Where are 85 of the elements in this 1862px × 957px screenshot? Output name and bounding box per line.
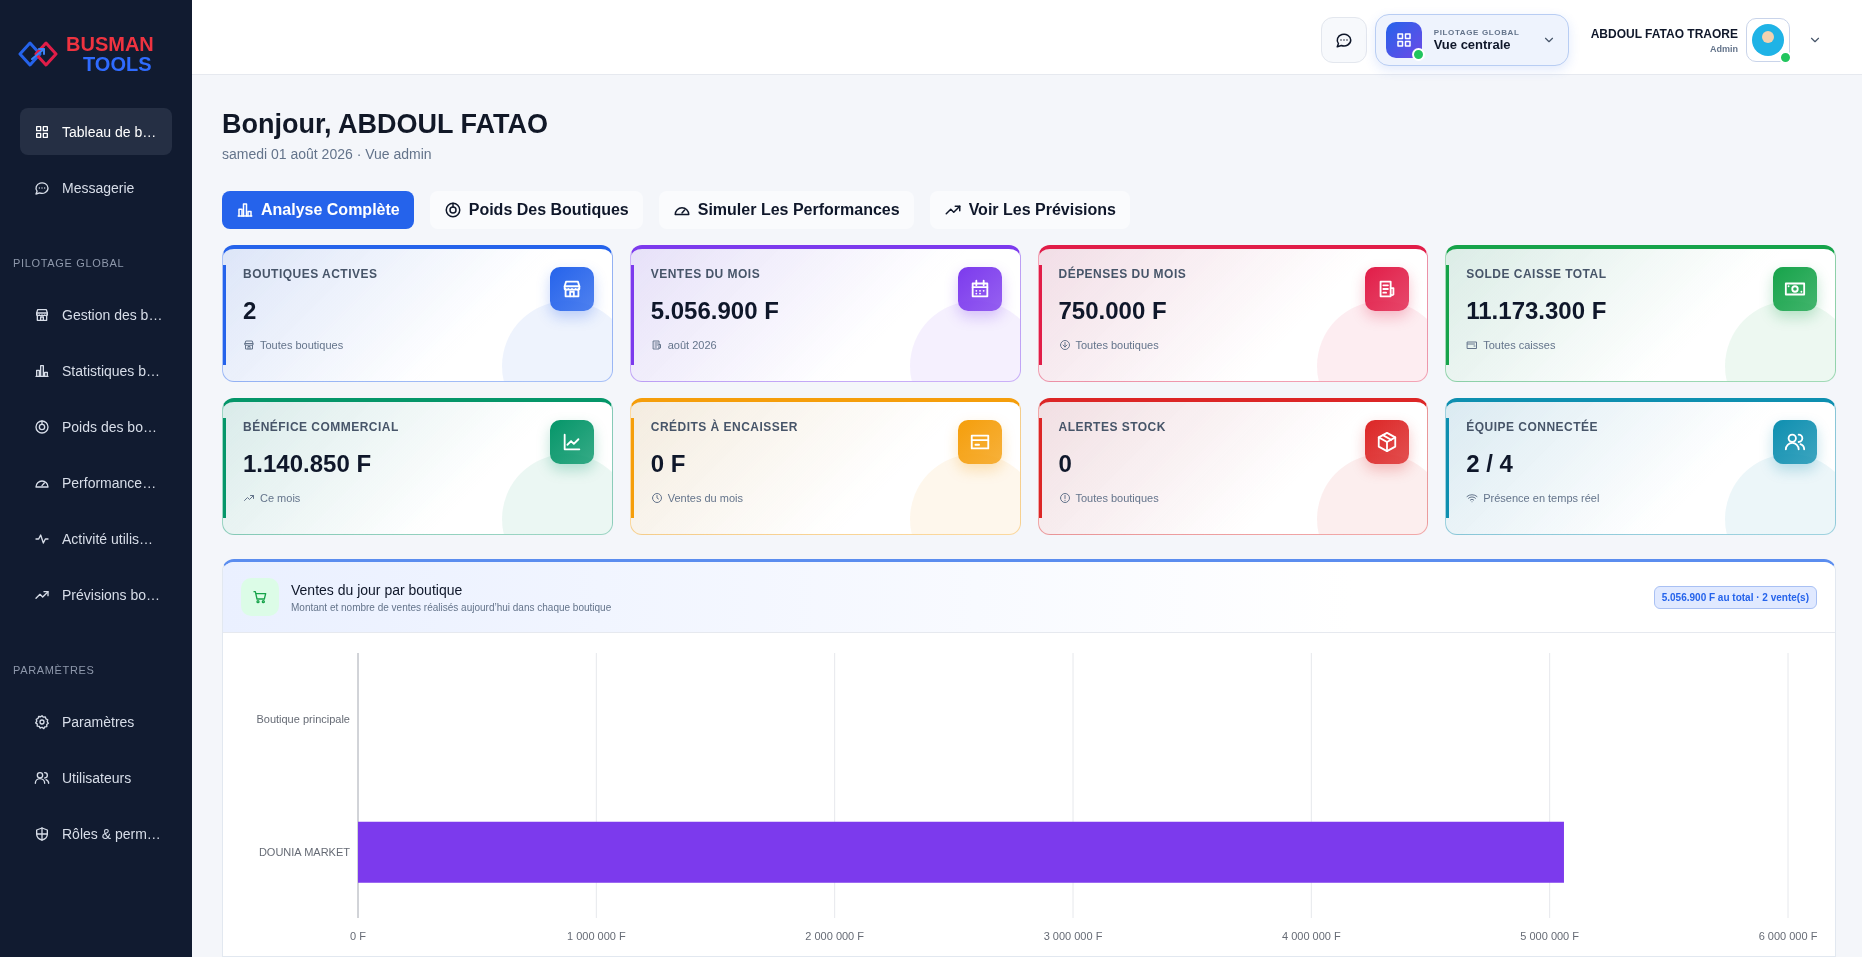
- users-icon: [34, 769, 50, 786]
- card-note: Toutes boutiques: [260, 339, 344, 351]
- user-role: Admin: [1710, 43, 1738, 54]
- logo-icon: [18, 39, 58, 69]
- sidebar-item[interactable]: Rôles & perm…: [20, 810, 172, 857]
- store-icon: [34, 306, 50, 323]
- section-title: PARAMÈTRES: [12, 664, 96, 676]
- chat-icon: [34, 179, 50, 196]
- card-note: août 2026: [667, 339, 717, 351]
- axis-tick-label: 5 000 000 F: [1520, 930, 1580, 942]
- tab[interactable]: Analyse Complète: [222, 191, 414, 229]
- users-icon: [1784, 431, 1806, 453]
- greeting-subtitle: samedi 01 août 2026 · Vue admin: [222, 146, 433, 162]
- card-value: 0 F: [650, 450, 687, 478]
- chat-icon: [1334, 31, 1353, 49]
- card-value: 750.000 F: [1058, 297, 1168, 325]
- sidebar-item[interactable]: Utilisateurs: [20, 754, 172, 801]
- axis-tick-label: 4 000 000 F: [1281, 930, 1341, 942]
- axis-tick-label: 3 000 000 F: [1043, 930, 1103, 942]
- axis-tick-label: 0 F: [350, 930, 366, 942]
- axis-tick-label: 1 000 000 F: [566, 930, 626, 942]
- sidebar-item[interactable]: Activité utilis…: [20, 515, 172, 562]
- card-label: ÉQUIPE CONNECTÉE: [1466, 420, 1599, 434]
- bars-icon: [34, 362, 50, 379]
- receipt-icon: [650, 339, 663, 351]
- grid-icon: [34, 123, 50, 140]
- wifi-icon: [1466, 492, 1479, 504]
- card-note: Toutes boutiques: [1075, 492, 1159, 504]
- cart-icon: [252, 589, 268, 605]
- card-label: SOLDE CAISSE TOTAL: [1466, 267, 1608, 281]
- shield-icon: [34, 825, 50, 842]
- clock-icon: [650, 492, 663, 504]
- sidebar-item[interactable]: Paramètres: [20, 698, 172, 745]
- category-label: DOUNIA MARKET: [258, 845, 350, 858]
- card-label: DÉPENSES DU MOIS: [1058, 267, 1188, 281]
- donut-icon: [443, 201, 462, 219]
- card-value: 11.173.300 F: [1466, 297, 1608, 325]
- store-icon: [243, 339, 255, 351]
- box-icon: [1376, 431, 1399, 453]
- sidebar-item[interactable]: Performance…: [20, 459, 172, 506]
- donut-icon: [34, 418, 50, 435]
- settings-icon: [34, 713, 50, 730]
- logo-text: BUSMAN: [66, 34, 154, 54]
- card-value: 2: [243, 297, 258, 325]
- sidebar-item[interactable]: Tableau de b…: [20, 108, 172, 155]
- arrow-down-circle-icon: [1058, 339, 1071, 351]
- axis-tick-label: 2 000 000 F: [805, 930, 865, 942]
- bars-icon: [236, 201, 254, 219]
- card-label: BOUTIQUES ACTIVES: [243, 267, 379, 281]
- tab[interactable]: Voir Les Prévisions: [929, 191, 1130, 229]
- panel-subtitle: Montant et nombre de ventes réalisés aujourd’hui dans chaque boutique: [291, 601, 613, 613]
- sidebar-item[interactable]: Gestion des b…: [20, 291, 172, 338]
- card-value: 1.140.850 F: [243, 450, 373, 478]
- section-title: PILOTAGE GLOBAL: [12, 257, 126, 269]
- sidebar-item[interactable]: Poids des bo…: [20, 403, 172, 450]
- total-badge: 5.056.900 F au total · 2 vente(s): [1653, 585, 1817, 609]
- tab[interactable]: Simuler Les Performances: [658, 191, 914, 229]
- panel-title: Ventes du jour par boutique: [291, 581, 464, 598]
- alert-icon: [1058, 492, 1071, 504]
- card-note: Toutes boutiques: [1075, 339, 1159, 351]
- greeting-title: Bonjour, ABDOUL FATAO: [222, 109, 549, 140]
- category-label: Boutique principale: [256, 713, 350, 726]
- card-label: CRÉDITS À ENCAISSER: [650, 420, 799, 434]
- card-note: Ventes du mois: [667, 492, 743, 504]
- user-name: ABDOUL FATAO TRAORE: [1590, 26, 1738, 41]
- card-note: Présence en temps réel: [1483, 492, 1600, 504]
- grid-icon: [1394, 31, 1413, 49]
- card-value: 2 / 4: [1466, 450, 1514, 478]
- sidebar-item[interactable]: Statistiques b…: [20, 347, 172, 394]
- sidebar-item[interactable]: Prévisions bo…: [20, 571, 172, 618]
- card-label: VENTES DU MOIS: [650, 267, 762, 281]
- card-label: BÉNÉFICE COMMERCIAL: [243, 420, 400, 434]
- axis-tick-label: 6 000 000 F: [1758, 930, 1818, 942]
- card-label: ALERTES STOCK: [1058, 420, 1167, 434]
- logo-text: TOOLS: [82, 54, 153, 74]
- tab[interactable]: Poids Des Boutiques: [429, 191, 643, 229]
- chat-button[interactable]: [1320, 17, 1367, 63]
- card-note: Toutes caisses: [1483, 339, 1556, 351]
- wallet-icon: [1466, 339, 1479, 351]
- trend-icon: [243, 492, 255, 504]
- card-note: Ce mois: [260, 492, 301, 504]
- card-value: 5.056.900 F: [650, 297, 780, 325]
- sidebar-item[interactable]: Messagerie: [20, 164, 172, 211]
- view-selector[interactable]: PILOTAGE GLOBAL Vue centrale: [1374, 14, 1569, 66]
- card-value: 0: [1058, 450, 1073, 478]
